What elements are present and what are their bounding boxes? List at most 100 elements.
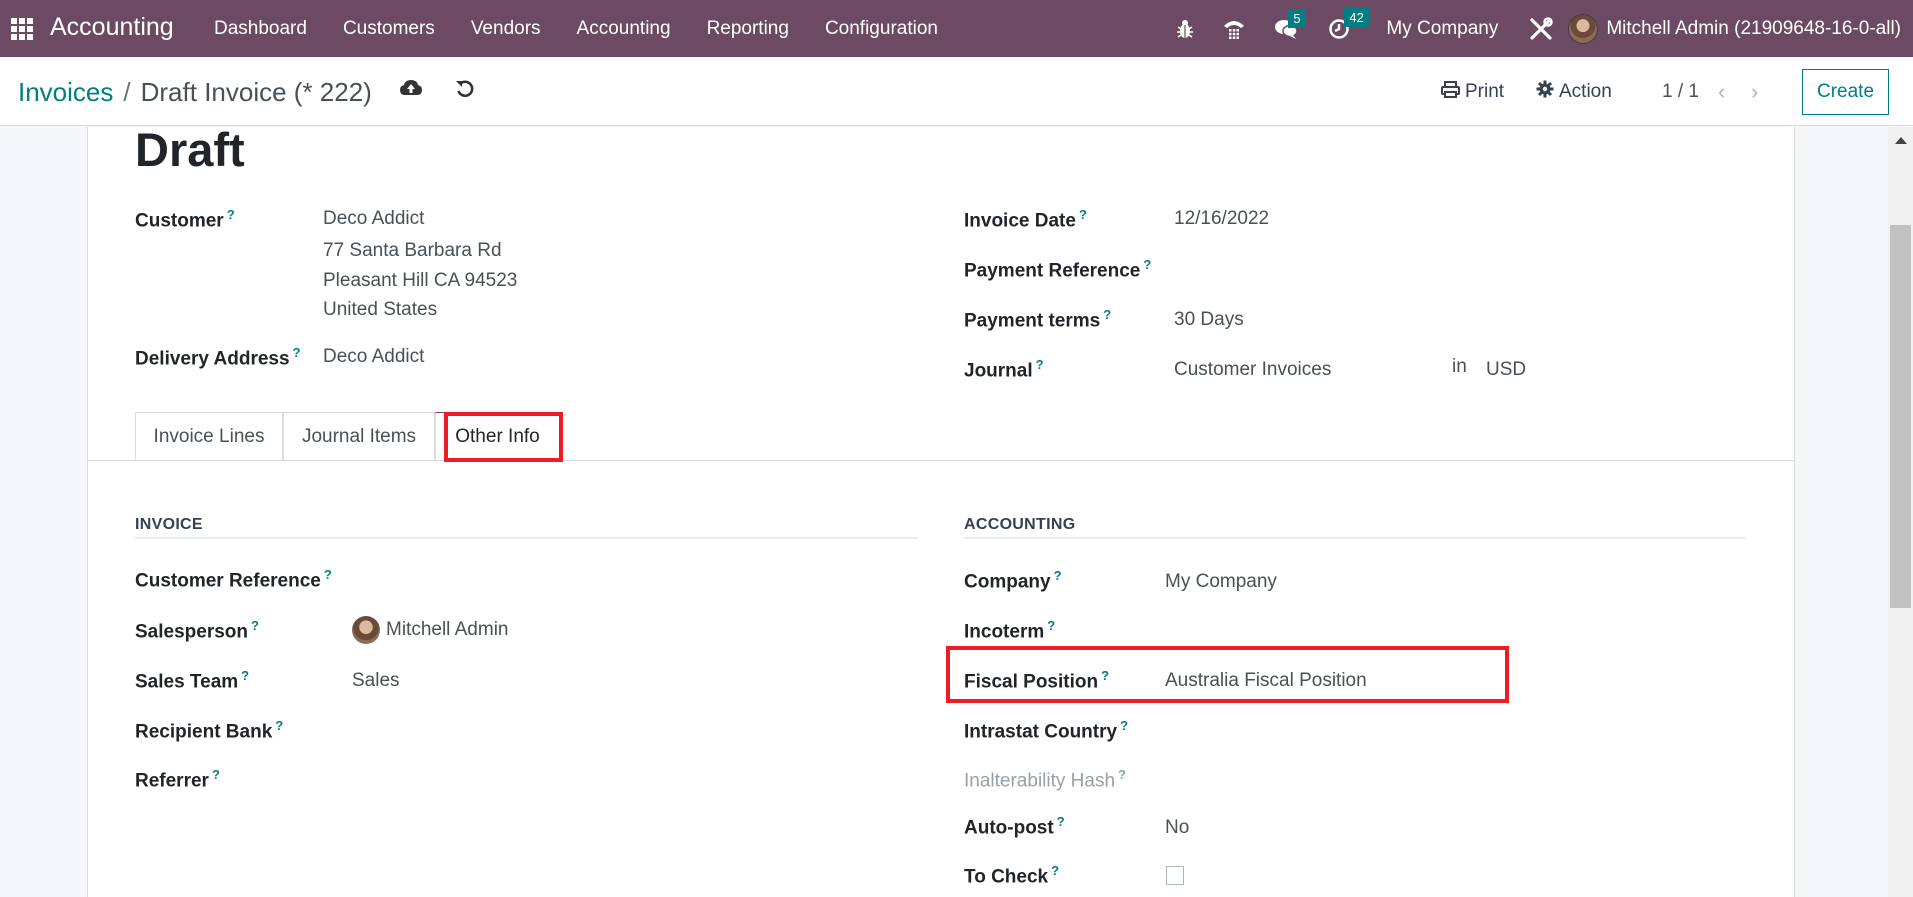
debug-bug-icon[interactable]: [1176, 19, 1194, 39]
control-panel: Invoices / Draft Invoice (* 222) Print A…: [0, 57, 1913, 126]
menu-customers[interactable]: Customers: [325, 0, 453, 57]
journal-in-text: in: [1452, 356, 1467, 377]
help-icon[interactable]: ?: [241, 668, 249, 683]
help-icon[interactable]: ?: [1103, 307, 1111, 322]
app-name[interactable]: Accounting: [50, 13, 174, 42]
print-label: Print: [1465, 80, 1505, 102]
breadcrumb-invoices-link[interactable]: Invoices: [18, 77, 113, 108]
gear-icon: [1536, 80, 1554, 103]
payment-reference-label: Payment Reference?: [964, 257, 1152, 282]
messages-count-badge: 5: [1288, 8, 1306, 28]
voip-phone-icon[interactable]: [1222, 18, 1246, 40]
company-label: Company?: [964, 568, 1062, 593]
tab-journal-items[interactable]: Journal Items: [283, 412, 435, 460]
to-check-checkbox[interactable]: [1166, 866, 1184, 885]
recipient-bank-label: Recipient Bank?: [135, 718, 284, 743]
action-button[interactable]: Action: [1536, 57, 1612, 126]
delivery-address-field[interactable]: Deco Addict: [323, 346, 424, 368]
user-avatar: [1568, 13, 1599, 44]
messages-chat-icon[interactable]: 5: [1274, 8, 1306, 39]
activities-count-badge: 42: [1344, 7, 1369, 27]
apps-menu-icon[interactable]: [11, 18, 33, 40]
form-view: [0, 127, 1888, 897]
help-icon[interactable]: ?: [1057, 814, 1065, 829]
customer-reference-label: Customer Reference?: [135, 567, 332, 592]
print-button[interactable]: Print: [1441, 57, 1504, 126]
systray: 5 42 My Company Mitchell Admin (21909648…: [1162, 0, 1913, 57]
activities-clock-icon[interactable]: 42: [1328, 7, 1369, 40]
referrer-label: Referrer?: [135, 767, 220, 792]
help-icon[interactable]: ?: [293, 345, 301, 360]
help-icon[interactable]: ?: [1047, 618, 1055, 633]
customer-field[interactable]: Deco Addict: [323, 208, 424, 230]
settings-tools-icon[interactable]: [1528, 16, 1554, 42]
company-field[interactable]: My Company: [1165, 571, 1277, 593]
create-button[interactable]: Create: [1802, 69, 1889, 115]
payment-reference-field[interactable]: [1174, 258, 1674, 282]
menu-accounting[interactable]: Accounting: [559, 0, 689, 57]
main-menu: Dashboard Customers Vendors Accounting R…: [196, 0, 956, 57]
help-icon[interactable]: ?: [1143, 257, 1151, 272]
customer-address-line3: United States: [323, 299, 438, 320]
sales-team-label: Sales Team?: [135, 668, 250, 693]
menu-vendors[interactable]: Vendors: [453, 0, 559, 57]
accounting-section-divider: [964, 537, 1746, 539]
inalterability-hash-label: Inalterability Hash?: [964, 767, 1126, 792]
company-switcher[interactable]: My Company: [1386, 18, 1498, 40]
salesperson-label: Salesperson?: [135, 618, 259, 643]
tabs-divider: [88, 460, 1794, 461]
fiscal-position-label: Fiscal Position?: [964, 668, 1110, 693]
help-icon[interactable]: ?: [1051, 863, 1059, 878]
scroll-up-arrow-icon[interactable]: [1895, 137, 1907, 144]
incoterm-field[interactable]: [1165, 619, 1715, 643]
pager-value[interactable]: 1 / 1: [1662, 81, 1699, 103]
help-icon[interactable]: ?: [1118, 767, 1126, 782]
salesperson-field[interactable]: Mitchell Admin: [352, 616, 509, 644]
help-icon[interactable]: ?: [1101, 668, 1109, 683]
sales-team-field[interactable]: Sales: [352, 670, 400, 692]
accounting-section-title: ACCOUNTING: [964, 516, 1076, 533]
customer-reference-field[interactable]: [352, 568, 902, 592]
user-menu[interactable]: Mitchell Admin (21909648-16-0-all): [1568, 13, 1901, 44]
invoice-date-label: Invoice Date?: [964, 207, 1087, 232]
help-icon[interactable]: ?: [1120, 718, 1128, 733]
top-navbar: Accounting Dashboard Customers Vendors A…: [0, 0, 1913, 57]
payment-terms-field[interactable]: 30 Days: [1174, 309, 1244, 331]
help-icon[interactable]: ?: [251, 618, 259, 633]
help-icon[interactable]: ?: [275, 718, 283, 733]
help-icon[interactable]: ?: [1054, 568, 1062, 583]
pager-previous-icon[interactable]: ‹: [1718, 79, 1725, 105]
recipient-bank-field[interactable]: [352, 719, 902, 743]
salesperson-avatar: [352, 616, 380, 644]
tab-other-info[interactable]: Other Info: [435, 412, 560, 461]
auto-post-field[interactable]: No: [1165, 817, 1189, 839]
menu-reporting[interactable]: Reporting: [689, 0, 807, 57]
discard-undo-icon[interactable]: [455, 79, 475, 105]
action-label: Action: [1559, 80, 1612, 102]
tab-invoice-lines[interactable]: Invoice Lines: [135, 412, 283, 460]
help-icon[interactable]: ?: [227, 207, 235, 222]
journal-field[interactable]: Customer Invoices: [1174, 359, 1331, 381]
scrollbar-thumb[interactable]: [1890, 225, 1911, 608]
invoice-status-title: Draft: [135, 123, 245, 176]
vertical-scrollbar[interactable]: [1888, 127, 1913, 897]
help-icon[interactable]: ?: [1036, 357, 1044, 372]
pager-next-icon[interactable]: ›: [1751, 79, 1758, 105]
customer-label: Customer?: [135, 207, 235, 232]
payment-terms-label: Payment terms?: [964, 307, 1112, 332]
menu-dashboard[interactable]: Dashboard: [196, 0, 325, 57]
incoterm-label: Incoterm?: [964, 618, 1056, 643]
intrastat-country-field[interactable]: [1165, 719, 1715, 743]
help-icon[interactable]: ?: [324, 567, 332, 582]
currency-field[interactable]: USD: [1486, 359, 1526, 381]
referrer-field[interactable]: [352, 768, 902, 792]
breadcrumb-separator: /: [123, 77, 131, 107]
user-name: Mitchell Admin (21909648-16-0-all): [1606, 17, 1901, 39]
journal-label: Journal?: [964, 357, 1044, 382]
fiscal-position-field[interactable]: Australia Fiscal Position: [1165, 670, 1367, 692]
save-cloud-upload-icon[interactable]: [400, 79, 422, 103]
invoice-date-field[interactable]: 12/16/2022: [1174, 208, 1269, 230]
help-icon[interactable]: ?: [1079, 207, 1087, 222]
help-icon[interactable]: ?: [212, 767, 220, 782]
menu-configuration[interactable]: Configuration: [807, 0, 956, 57]
